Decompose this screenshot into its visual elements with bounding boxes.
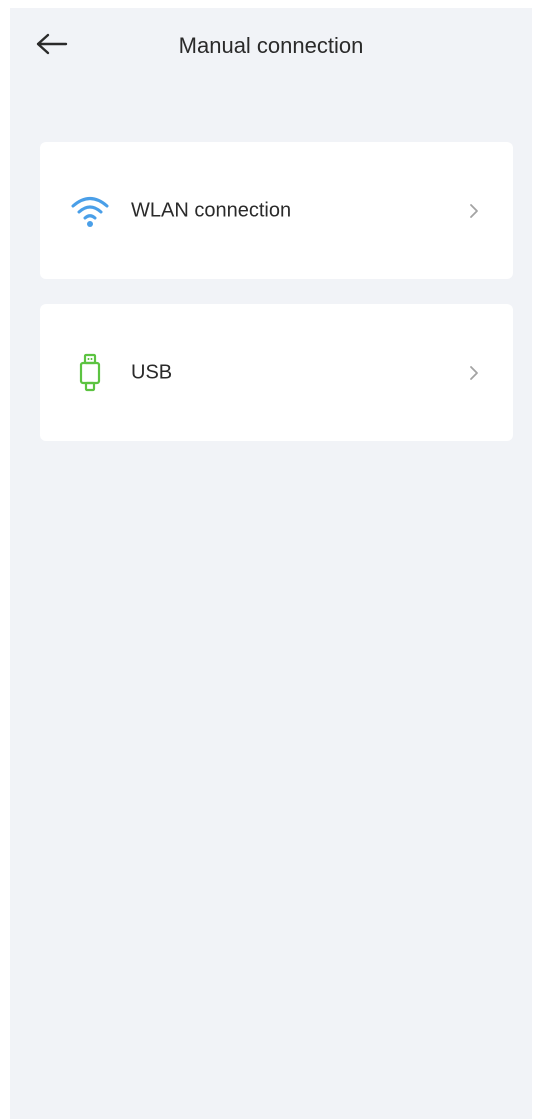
wifi-icon bbox=[70, 194, 110, 228]
wlan-connection-item[interactable]: WLAN connection bbox=[40, 142, 513, 279]
chevron-right-icon bbox=[469, 365, 479, 381]
screen: Manual connection WLAN connection USB bbox=[10, 8, 532, 1119]
page-title: Manual connection bbox=[178, 33, 364, 58]
usb-label: USB bbox=[131, 361, 173, 383]
wlan-connection-label: WLAN connection bbox=[131, 199, 292, 221]
header: Manual connection bbox=[10, 8, 532, 86]
chevron-right-icon bbox=[469, 203, 479, 219]
usb-icon bbox=[70, 353, 110, 393]
usb-connection-item[interactable]: USB bbox=[40, 304, 513, 441]
